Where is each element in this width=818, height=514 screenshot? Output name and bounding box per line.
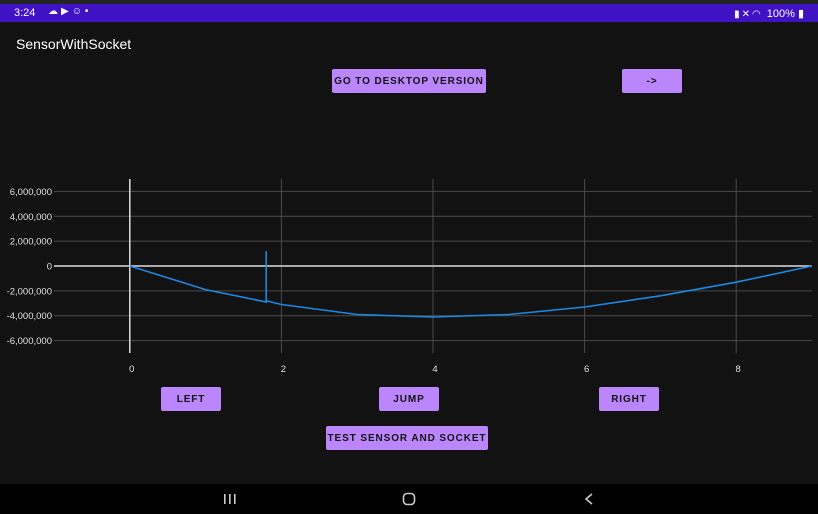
- system-status: ▮✕◠ 100% ▮: [734, 7, 804, 20]
- sensor-chart: 6,000,000 4,000,000 2,000,000 0 -2,000,000 -4…: [7, 179, 813, 375]
- x-tick-label: 6: [584, 364, 589, 375]
- recent-apps-icon: [224, 494, 236, 504]
- system-icons: ▮✕◠: [734, 9, 763, 20]
- smile-icon: ☺: [71, 6, 85, 17]
- x-tick-label: 8: [736, 364, 741, 375]
- home-button[interactable]: [394, 484, 424, 514]
- notification-icons: ☁▶☺•: [48, 6, 91, 17]
- arrow-button[interactable]: ->: [622, 69, 682, 93]
- y-tick-label: 6,000,000: [10, 187, 52, 198]
- x-tick-label: 2: [281, 364, 286, 375]
- weather-icon: ☁: [48, 6, 61, 17]
- test-sensor-socket-button[interactable]: TEST SENSOR AND SOCKET: [326, 426, 488, 450]
- desktop-version-button[interactable]: GO TO DESKTOP VERSION: [332, 69, 486, 93]
- status-bar: 3:24 ☁▶☺• ▮✕◠ 100% ▮: [0, 0, 818, 22]
- right-button[interactable]: RIGHT: [599, 387, 659, 411]
- back-button[interactable]: [574, 484, 604, 514]
- navigation-bar: [0, 484, 818, 514]
- mute-icon: ✕: [741, 9, 753, 20]
- battery-saver-icon: ▮: [734, 9, 742, 20]
- x-tick-labels: 0 2 4 6 8: [129, 364, 741, 375]
- back-icon: [584, 493, 593, 505]
- left-button[interactable]: LEFT: [161, 387, 221, 411]
- x-tick-label: 0: [129, 364, 134, 375]
- x-tick-label: 4: [432, 364, 437, 375]
- app-title: SensorWithSocket: [16, 36, 132, 52]
- home-icon: [402, 492, 416, 506]
- y-tick-label: 4,000,000: [10, 212, 52, 223]
- dot-icon: •: [84, 6, 92, 17]
- y-tick-label: -4,000,000: [7, 311, 52, 322]
- jump-button[interactable]: JUMP: [379, 387, 439, 411]
- wifi-icon: ◠: [752, 9, 763, 20]
- battery-icon: ▮: [794, 8, 804, 20]
- status-time: 3:24: [14, 7, 36, 19]
- y-tick-label: 0: [47, 262, 52, 273]
- y-tick-label: -2,000,000: [7, 286, 52, 297]
- series-line: [129, 251, 813, 318]
- y-tick-label: -6,000,000: [7, 336, 52, 347]
- youtube-icon: ▶: [61, 6, 72, 17]
- y-tick-label: 2,000,000: [10, 237, 52, 248]
- recent-apps-button[interactable]: [215, 484, 245, 514]
- y-tick-labels: 6,000,000 4,000,000 2,000,000 0 -2,000,000 -4…: [7, 187, 52, 347]
- battery-level: 100%: [766, 8, 795, 20]
